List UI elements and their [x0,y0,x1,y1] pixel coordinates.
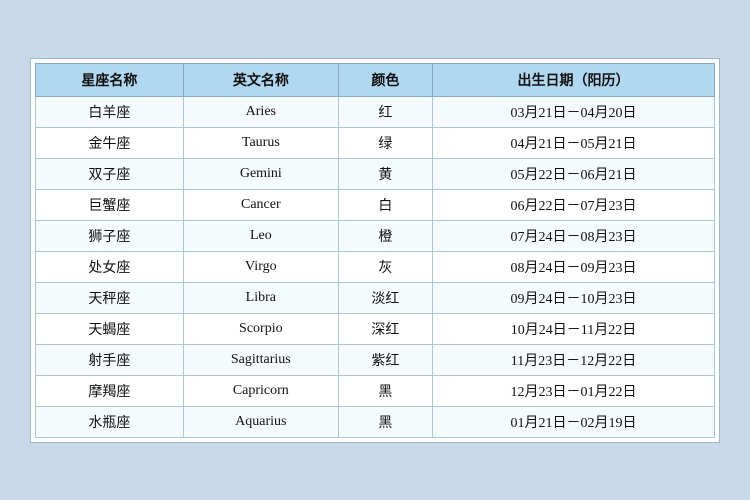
table-cell: Virgo [183,251,338,282]
table-cell: 深红 [338,313,432,344]
table-row: 射手座Sagittarius紫红11月23日－12月22日 [36,344,715,375]
table-cell: 11月23日－12月22日 [432,344,714,375]
col-header-birthdate: 出生日期（阳历） [432,63,714,96]
table-cell: Taurus [183,127,338,158]
table-row: 水瓶座Aquarius黑01月21日－02月19日 [36,406,715,437]
table-cell: 橙 [338,220,432,251]
table-row: 天蝎座Scorpio深红10月24日－11月22日 [36,313,715,344]
table-cell: 白羊座 [36,96,184,127]
col-header-color: 颜色 [338,63,432,96]
table-cell: 白 [338,189,432,220]
table-cell: 绿 [338,127,432,158]
table-cell: Libra [183,282,338,313]
table-row: 处女座Virgo灰08月24日－09月23日 [36,251,715,282]
table-row: 白羊座Aries红03月21日－04月20日 [36,96,715,127]
table-cell: 黑 [338,375,432,406]
table-cell: 摩羯座 [36,375,184,406]
table-cell: 水瓶座 [36,406,184,437]
table-row: 巨蟹座Cancer白06月22日－07月23日 [36,189,715,220]
table-cell: Aries [183,96,338,127]
table-cell: 天秤座 [36,282,184,313]
col-header-english-name: 英文名称 [183,63,338,96]
table-cell: 双子座 [36,158,184,189]
table-cell: 黑 [338,406,432,437]
table-cell: Leo [183,220,338,251]
table-cell: 12月23日－01月22日 [432,375,714,406]
table-cell: 天蝎座 [36,313,184,344]
table-cell: 07月24日－08月23日 [432,220,714,251]
col-header-chinese-name: 星座名称 [36,63,184,96]
table-cell: 01月21日－02月19日 [432,406,714,437]
table-cell: 06月22日－07月23日 [432,189,714,220]
table-cell: Capricorn [183,375,338,406]
table-cell: 04月21日－05月21日 [432,127,714,158]
table-cell: 08月24日－09月23日 [432,251,714,282]
table-cell: 灰 [338,251,432,282]
table-cell: Cancer [183,189,338,220]
table-cell: 09月24日－10月23日 [432,282,714,313]
table-cell: 处女座 [36,251,184,282]
table-cell: Aquarius [183,406,338,437]
table-row: 天秤座Libra淡红09月24日－10月23日 [36,282,715,313]
table-cell: 射手座 [36,344,184,375]
table-cell: Scorpio [183,313,338,344]
zodiac-table-wrapper: 星座名称 英文名称 颜色 出生日期（阳历） 白羊座Aries红03月21日－04… [30,58,720,443]
table-cell: 淡红 [338,282,432,313]
table-cell: 10月24日－11月22日 [432,313,714,344]
table-row: 摩羯座Capricorn黑12月23日－01月22日 [36,375,715,406]
table-cell: 狮子座 [36,220,184,251]
table-cell: 红 [338,96,432,127]
table-row: 双子座Gemini黄05月22日－06月21日 [36,158,715,189]
table-cell: 黄 [338,158,432,189]
table-row: 狮子座Leo橙07月24日－08月23日 [36,220,715,251]
table-cell: 金牛座 [36,127,184,158]
zodiac-table: 星座名称 英文名称 颜色 出生日期（阳历） 白羊座Aries红03月21日－04… [35,63,715,438]
table-header-row: 星座名称 英文名称 颜色 出生日期（阳历） [36,63,715,96]
table-cell: 03月21日－04月20日 [432,96,714,127]
table-cell: 05月22日－06月21日 [432,158,714,189]
table-cell: Sagittarius [183,344,338,375]
table-cell: 紫红 [338,344,432,375]
table-cell: 巨蟹座 [36,189,184,220]
table-row: 金牛座Taurus绿04月21日－05月21日 [36,127,715,158]
table-cell: Gemini [183,158,338,189]
